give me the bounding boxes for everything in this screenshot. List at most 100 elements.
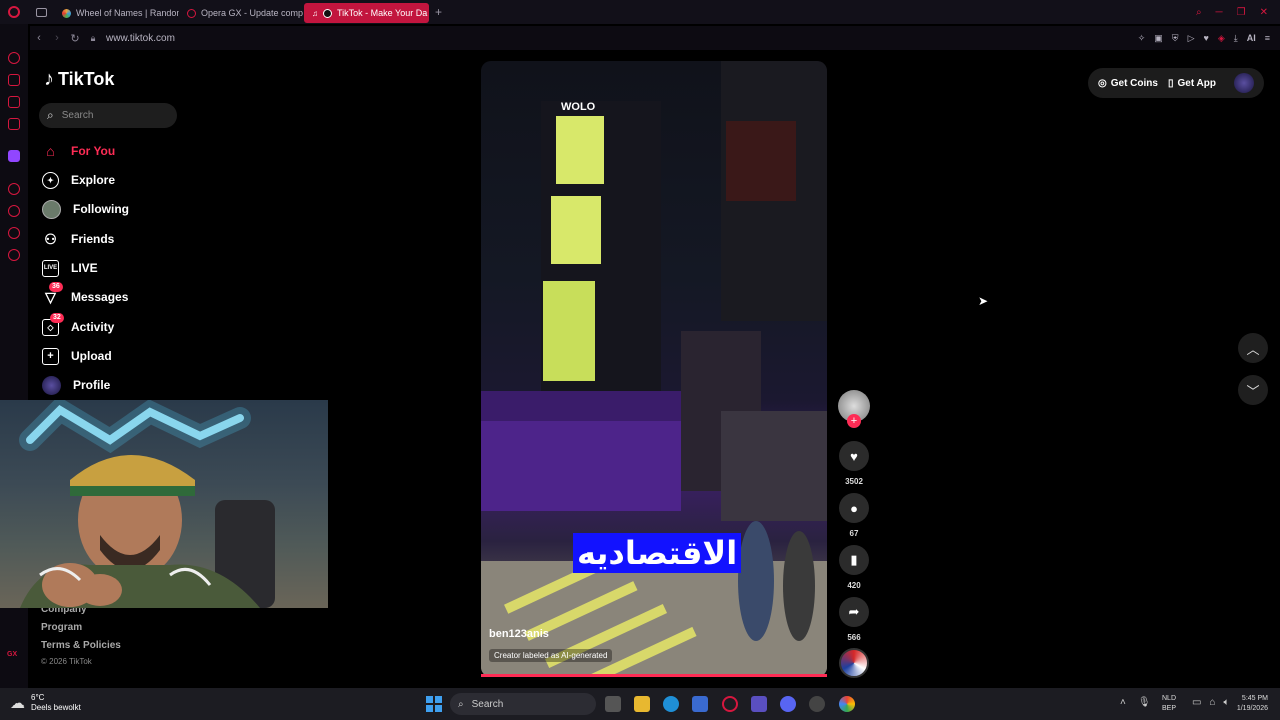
nav-explore[interactable]: ✦ Explore — [42, 169, 115, 191]
discord-icon[interactable] — [780, 696, 796, 712]
nav-profile[interactable]: Profile — [42, 374, 110, 396]
upload-icon: + — [42, 347, 59, 365]
nav-for-you[interactable]: ⌂ For You — [42, 140, 115, 162]
app-icon[interactable] — [751, 696, 767, 712]
menu-icon[interactable]: ≡ — [1265, 33, 1270, 43]
comment-icon: ● — [850, 500, 858, 516]
search-tabs-icon[interactable]: ⌕ — [1196, 7, 1202, 18]
wheel-favicon-icon — [62, 8, 71, 18]
share-count: 566 — [847, 633, 861, 642]
steam-icon[interactable] — [809, 696, 825, 712]
video-frame — [481, 61, 827, 677]
like-button[interactable]: ♥ — [839, 441, 869, 471]
play-icon[interactable]: ▷ — [1188, 33, 1195, 44]
next-video-button[interactable]: ﹀ — [1238, 375, 1268, 405]
tiktok-favicon-icon — [323, 8, 332, 18]
close-icon[interactable]: ✕ — [1260, 7, 1268, 18]
video-author[interactable]: ben123anis — [489, 628, 549, 640]
wallet-icon[interactable]: ◈ — [1218, 33, 1225, 44]
player-icon[interactable] — [8, 183, 20, 195]
gx-icon[interactable]: GX — [7, 651, 17, 658]
forward-icon[interactable]: › — [48, 32, 66, 44]
comment-button[interactable]: ● — [839, 493, 869, 523]
news-icon[interactable] — [8, 118, 20, 130]
nav-following[interactable]: Following — [42, 198, 129, 220]
footer-terms[interactable]: Terms & Policies — [41, 640, 121, 651]
opera-menu-icon[interactable] — [8, 6, 20, 18]
language-indicator[interactable]: NLD BEP — [1162, 694, 1176, 714]
display-icon[interactable]: ▭ — [1192, 697, 1201, 708]
reload-icon[interactable]: ↻ — [66, 32, 84, 45]
nav-activity[interactable]: ◇ 32 Activity — [42, 312, 115, 338]
chat-icon[interactable] — [8, 227, 20, 239]
weather-widget[interactable]: ☁ 6°C Deels bewolkt — [10, 693, 81, 713]
music-disc-icon[interactable] — [839, 648, 869, 678]
video-player[interactable]: WOLO الاقتصاديه ben123anis Creator label… — [481, 61, 827, 677]
nav-upload[interactable]: + Upload — [42, 345, 112, 367]
lang-secondary: BEP — [1162, 705, 1177, 712]
save-button[interactable]: ▮ — [839, 545, 869, 575]
follow-plus-icon[interactable]: + — [847, 414, 861, 428]
get-coins-button[interactable]: ◎ Get Coins — [1098, 78, 1158, 89]
tab-tiktok[interactable]: ♫ TikTok - Make Your Da — [304, 3, 429, 23]
opera-gx-taskbar-icon[interactable] — [722, 696, 738, 712]
share-button[interactable]: ➦ — [839, 597, 869, 627]
snapshot-icon[interactable]: ▣ — [1154, 33, 1163, 44]
user-avatar[interactable] — [1234, 73, 1254, 93]
maximize-icon[interactable]: ❐ — [1237, 7, 1246, 18]
chevron-up-icon[interactable]: ˄ — [1120, 697, 1126, 708]
twitch-icon[interactable] — [8, 150, 20, 162]
speaker-icon[interactable]: ♫ — [312, 9, 318, 18]
footer-program[interactable]: Program — [41, 622, 82, 633]
url-field[interactable]: www.tiktok.com — [106, 33, 175, 44]
webcam-image — [19, 400, 275, 608]
search-icon: ⌕ — [458, 698, 464, 710]
tab-wheel-of-names[interactable]: Wheel of Names | Random — [54, 3, 179, 23]
history-icon[interactable] — [8, 205, 20, 217]
video-progress-bar[interactable] — [481, 674, 827, 677]
task-view-icon[interactable] — [605, 696, 621, 712]
nav-live[interactable]: LIVE LIVE — [42, 257, 98, 279]
nav-label: Messages — [71, 290, 129, 304]
get-coins-label: Get Coins — [1110, 77, 1158, 89]
twitch-alt-icon[interactable] — [8, 96, 20, 108]
bag-icon[interactable] — [8, 74, 20, 86]
nav-label: Profile — [73, 378, 111, 392]
search-input[interactable]: ⌕ Search — [39, 103, 177, 128]
store-icon[interactable] — [692, 696, 708, 712]
windows-start-icon[interactable] — [426, 696, 442, 712]
nav-label: Activity — [71, 320, 115, 334]
webcam-overlay — [0, 400, 328, 608]
taskbar-search[interactable]: ⌕ Search — [450, 693, 596, 715]
tab-islands-icon[interactable] — [36, 7, 47, 17]
tab-opera-gx-update[interactable]: Opera GX - Update comp — [179, 3, 304, 23]
opera-gx-control-icon[interactable] — [8, 52, 20, 64]
file-explorer-icon[interactable] — [634, 696, 650, 712]
previous-video-button[interactable]: ︿ — [1238, 333, 1268, 363]
nav-messages[interactable]: ▽ 36 Messages — [42, 281, 129, 308]
logo-text: TikTok — [58, 69, 115, 89]
nav-friends[interactable]: ⚇ Friends — [42, 228, 114, 250]
new-tab-button[interactable]: + — [435, 5, 442, 19]
settings-icon[interactable] — [8, 249, 20, 261]
shield-icon[interactable]: ⛨ — [1172, 33, 1179, 44]
microphone-icon[interactable]: 🎙︎ — [1138, 697, 1151, 708]
pin-icon[interactable]: ✧ — [1138, 33, 1146, 44]
get-app-button[interactable]: ▯ Get App — [1168, 78, 1216, 89]
edge-icon[interactable] — [663, 696, 679, 712]
tiktok-note-icon: ♪ — [44, 68, 54, 90]
tab-label: Opera GX - Update comp — [201, 8, 304, 18]
minimize-icon[interactable]: ─ — [1216, 7, 1223, 18]
chrome-icon[interactable] — [839, 696, 855, 712]
search-placeholder: Search — [61, 110, 94, 121]
clock[interactable]: 5:45 PM 1/19/2026 — [1226, 694, 1268, 714]
profile-avatar-icon — [42, 375, 61, 395]
network-icon[interactable]: ⌂ — [1209, 697, 1215, 708]
ai-button[interactable]: AI — [1247, 33, 1256, 43]
tiktok-logo[interactable]: ♪ TikTok — [44, 68, 114, 91]
home-icon: ⌂ — [46, 143, 55, 159]
heart-icon[interactable]: ♥ — [1203, 33, 1208, 43]
back-icon[interactable]: ‹ — [30, 32, 48, 44]
download-icon[interactable]: ⤓ — [1234, 33, 1238, 44]
mouse-cursor-icon: ➤ — [978, 294, 989, 308]
